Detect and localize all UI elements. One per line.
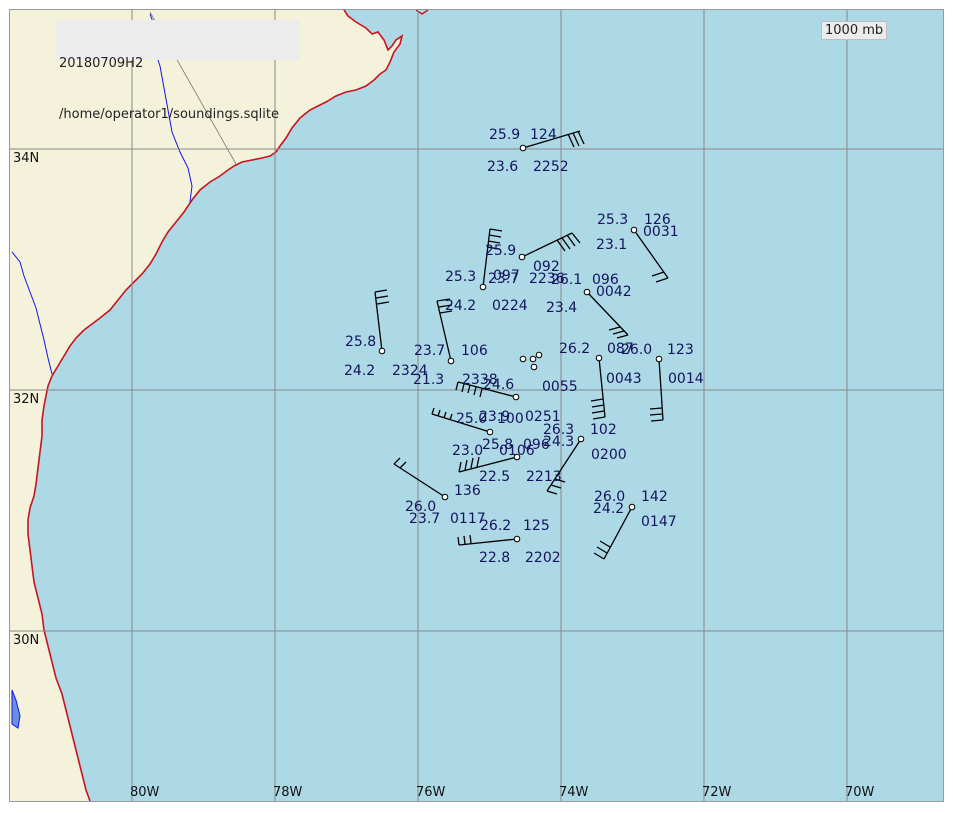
lon-label: 70W — [845, 785, 875, 800]
lat-label: 32N — [13, 392, 39, 407]
station-time: 0014 — [668, 371, 704, 387]
station-temp: 25.8 — [345, 334, 376, 350]
lon-label: 72W — [702, 785, 732, 800]
station-dew: 24.6 — [483, 377, 514, 393]
sounding-map[interactable]: 80W 78W 76W 74W 72W 70W 34N 32N 30N 25.9… — [0, 0, 953, 813]
lat-label: 30N — [13, 633, 39, 648]
station-time: 0200 — [591, 447, 627, 463]
station-marker — [486, 428, 494, 436]
station-temp: 25.3 — [597, 212, 628, 228]
lon-label: 80W — [130, 785, 160, 800]
station-temp: 23.7 — [414, 343, 445, 359]
station-marker — [519, 355, 527, 363]
station-marker — [595, 354, 603, 362]
station-marker — [628, 503, 636, 511]
date-label: 20180709H2 — [59, 56, 144, 71]
station-dew: 23.0 — [452, 443, 483, 459]
station-time: 0042 — [596, 284, 632, 300]
station-dew: 24.2 — [445, 298, 476, 314]
station-marker — [519, 144, 527, 152]
station-temp: 26.0 — [621, 342, 652, 358]
file-path-label: /home/operator1/soundings.sqlite — [59, 107, 279, 122]
lon-label: 74W — [559, 785, 589, 800]
station-marker — [512, 393, 520, 401]
station-time: 0031 — [643, 224, 679, 240]
station-marker — [577, 435, 585, 443]
info-panel: 20180709H2 /home/operator1/soundings.sql… — [56, 20, 300, 122]
lon-label: 78W — [273, 785, 303, 800]
station-time: 2252 — [533, 159, 569, 175]
station-marker — [378, 347, 386, 355]
station-dew: 23.7 — [488, 271, 519, 287]
station-marker — [530, 363, 538, 371]
station-code: 102 — [590, 422, 617, 438]
station-marker — [513, 535, 521, 543]
lat-label: 34N — [13, 151, 39, 166]
station-marker — [529, 355, 537, 363]
station-marker — [630, 226, 638, 234]
station-marker — [535, 351, 543, 359]
station-code: 100 — [497, 411, 524, 427]
station-dew: 23.1 — [596, 237, 627, 253]
station-marker — [655, 355, 663, 363]
station-time: 0106 — [499, 443, 535, 459]
station-code: 124 — [530, 127, 557, 143]
station-marker — [441, 493, 449, 501]
station-time: 2202 — [525, 550, 561, 566]
station-code: 136 — [454, 483, 481, 499]
station-time: 0147 — [641, 514, 677, 530]
station-dew: 23.7 — [409, 511, 440, 527]
station-time: 0043 — [606, 371, 642, 387]
station-dew: 24.2 — [344, 363, 375, 379]
station-marker — [447, 357, 455, 365]
station-dew: 21.3 — [413, 372, 444, 388]
station-time: 2213 — [526, 469, 562, 485]
station-temp: 25.3 — [445, 269, 476, 285]
station-temp: 26.2 — [559, 341, 590, 357]
station-temp: 25.9 — [485, 243, 516, 259]
station-code: 106 — [461, 343, 488, 359]
station-dew: 23.6 — [487, 159, 518, 175]
station-time: 0224 — [492, 298, 528, 314]
station-code: 123 — [667, 342, 694, 358]
station-marker — [583, 288, 591, 296]
station-dew: 22.8 — [479, 550, 510, 566]
station-dew: 23.4 — [546, 300, 577, 316]
station-marker — [518, 253, 526, 261]
level-indicator: 1000 mb — [821, 21, 888, 40]
station-dew: 24.2 — [593, 501, 624, 517]
station-time: 0055 — [542, 379, 578, 395]
station-temp: 26.2 — [480, 518, 511, 534]
station-temp: 25.9 — [489, 127, 520, 143]
station-dew: 22.5 — [479, 469, 510, 485]
station-marker — [479, 283, 487, 291]
station-code: 142 — [641, 489, 668, 505]
station-code: 125 — [523, 518, 550, 534]
station-temp: 26.1 — [551, 272, 582, 288]
lon-label: 76W — [416, 785, 446, 800]
